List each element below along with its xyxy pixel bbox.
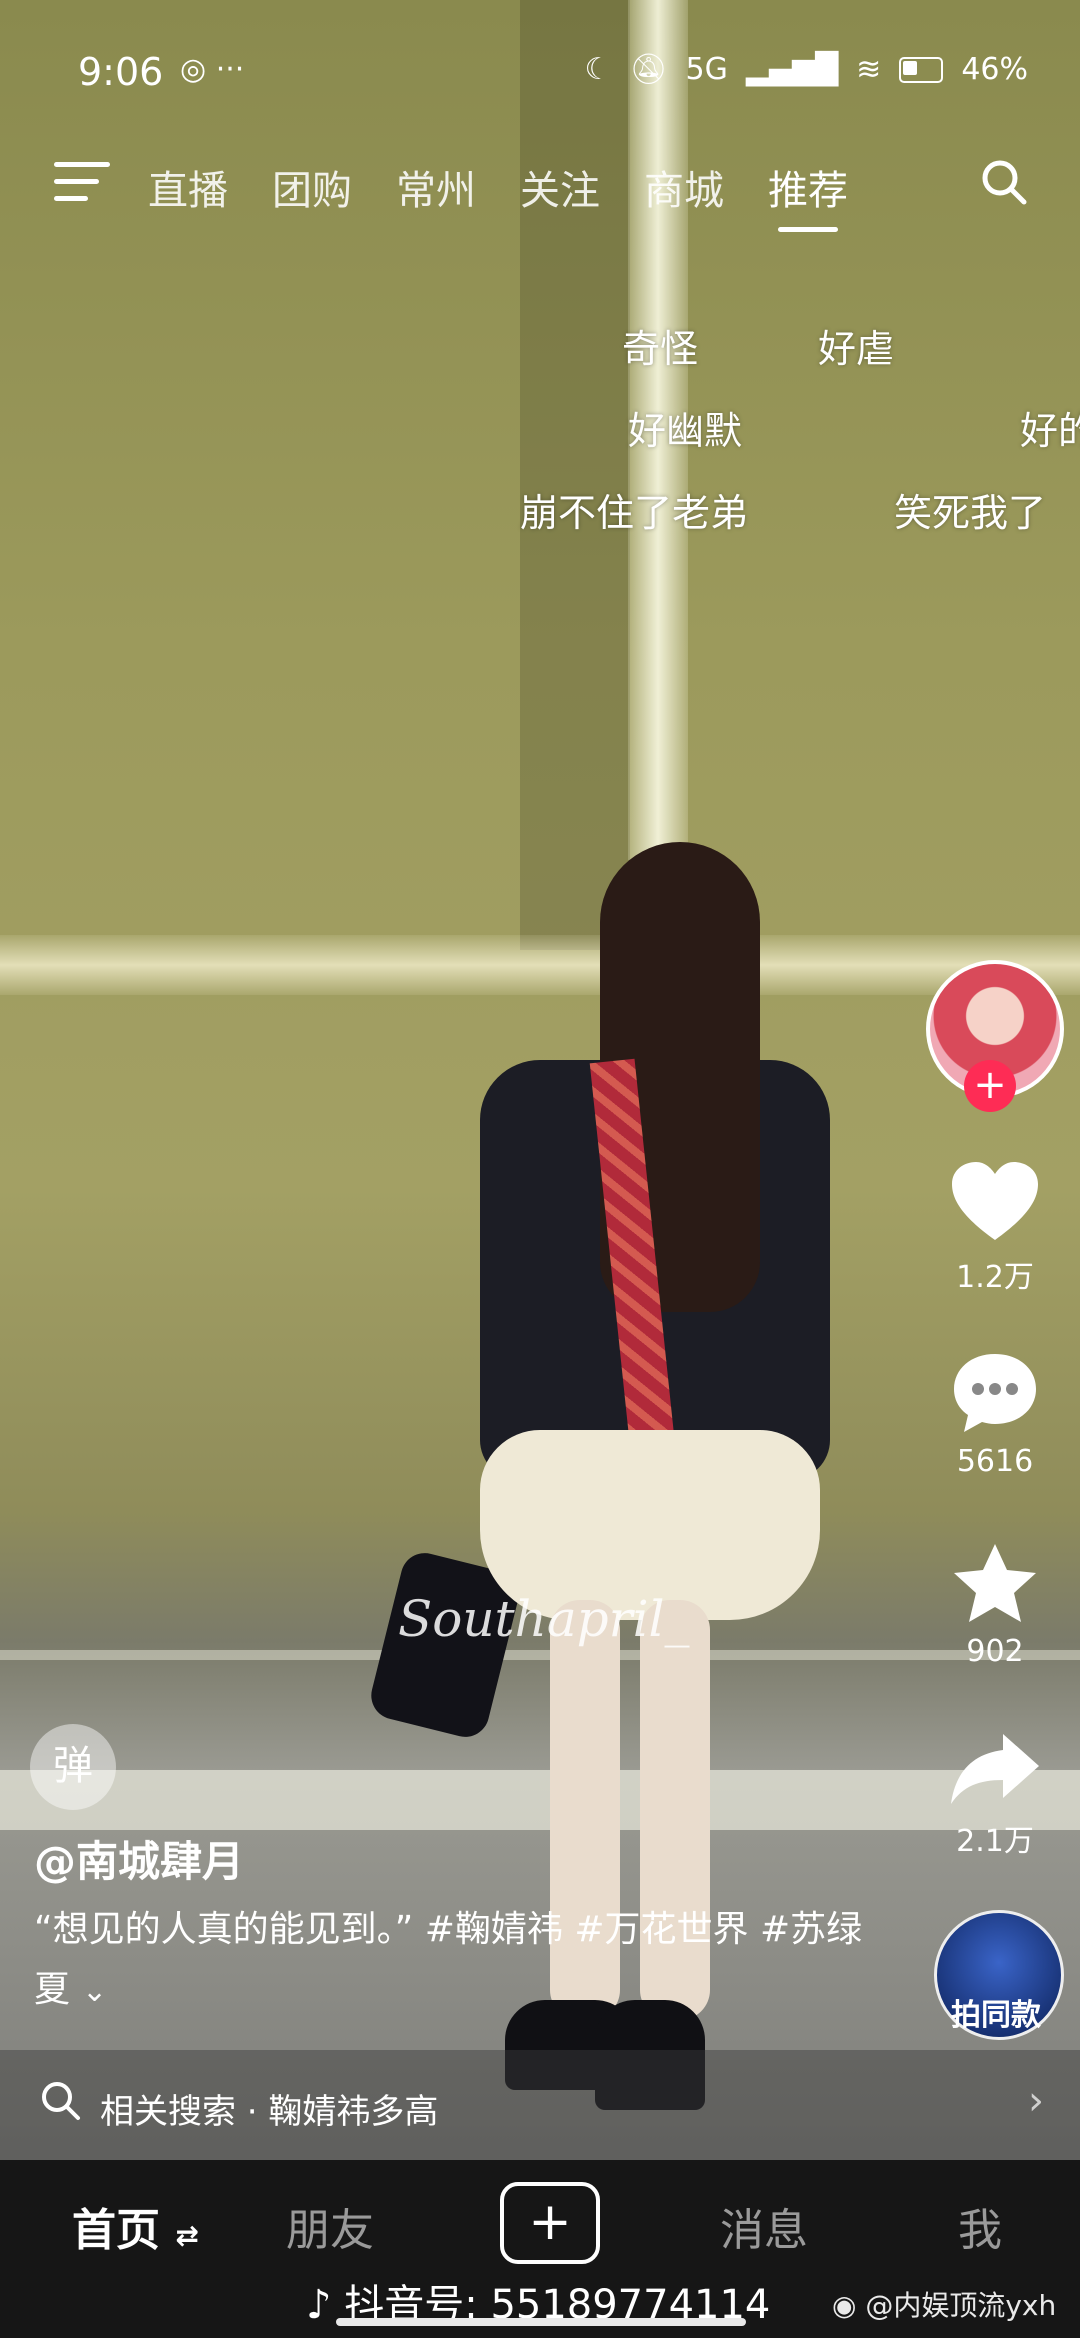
battery-icon [899,56,944,83]
author-name[interactable]: @南城肆月 [34,1828,244,1889]
video-watermark: Southapril_ [398,1590,690,1648]
comment-button[interactable]: 5616 [930,1350,1060,1479]
tab-following[interactable]: 关注 [520,158,600,216]
signal-icon: ▂▄▆█ [745,52,839,87]
tab-live[interactable]: 直播 [148,158,228,216]
follow-button[interactable]: + [964,1060,1016,1112]
share-button[interactable]: 2.1万 [930,1730,1060,1860]
danmaku-comment: 奇怪 [622,327,699,371]
heart-icon [952,1162,1038,1240]
like-count: 1.2万 [956,1260,1034,1295]
caption-text: “想见的人真的能见到。” #鞠婧祎 #万花世界 #苏绿夏 [34,1909,863,2010]
weibo-credit: ◉ @内娱顶流yxh [832,2284,1056,2324]
clock: 9:06 [78,50,164,94]
weibo-credit-text: @内娱顶流yxh [865,2289,1057,2322]
danmaku-comment: 好的 [1020,409,1080,453]
home-indicator[interactable] [336,2318,746,2326]
like-button[interactable]: 1.2万 [930,1160,1060,1296]
share-arrow-icon [951,1734,1039,1804]
wifi-icon: ≋ [856,52,882,87]
signal-label: 5G [685,52,728,87]
tab-recommend[interactable]: 推荐 [768,158,848,232]
chevron-down-icon[interactable]: ⌄ [82,1962,107,2022]
star-icon [954,1544,1036,1622]
bottom-nav: 首页 ⇄ 朋友 + 消息 我 ♪ 抖音号: 55189774114 ◉ @内娱顶… [0,2160,1080,2338]
nav-messages[interactable]: 消息 [720,2194,808,2258]
danmaku-comment: 好虐 [818,327,895,371]
comment-count: 5616 [956,1444,1034,1479]
sidewalk-line [0,1770,1080,1830]
ground-edge [0,1650,1080,1660]
danmaku-comment: 好幽默 [628,409,743,453]
douyin-logo-icon: ♪ [306,2282,332,2328]
menu-icon[interactable] [54,162,110,208]
search-icon[interactable] [980,158,1028,206]
create-button[interactable]: + [500,2182,600,2264]
feed-tabs: 直播 团购 常州 关注 商城 推荐 [148,158,848,232]
tab-city[interactable]: 常州 [396,158,476,216]
nav-home[interactable]: 首页 ⇄ [72,2194,199,2258]
nav-me[interactable]: 我 [958,2194,1002,2258]
moon-icon: ☾ [584,52,612,87]
comment-icon [954,1354,1036,1432]
mute-icon: 🔕︎ [629,52,668,87]
nav-friends[interactable]: 朋友 [286,2194,374,2258]
tab-group-buy[interactable]: 团购 [272,158,352,216]
related-search-label: 相关搜索 · 鞠婧祎多高 [100,2092,439,2132]
danmaku-comment: 崩不住了老弟 [520,491,749,535]
refresh-icon: ⇄ [175,2219,199,2252]
system-indicators: ☾ 🔕︎ 5G ▂▄▆█ ≋ 46% [585,52,1028,87]
favorite-button[interactable]: 902 [930,1540,1060,1669]
window-reflection [520,0,630,950]
danmaku-toggle-button[interactable]: 弹 [30,1724,116,1810]
search-icon [42,2082,80,2120]
post-caption[interactable]: “想见的人真的能见到。” #鞠婧祎 #万花世界 #苏绿夏 ⌄ [34,1900,894,2022]
related-search-bar[interactable]: 相关搜索 · 鞠婧祎多高 › [0,2050,1080,2160]
weibo-logo-icon: ◉ [832,2289,857,2322]
nav-home-label: 首页 [72,2205,160,2256]
notification-icons: ◎ ··· [180,52,245,87]
share-count: 2.1万 [956,1824,1034,1859]
tab-mall[interactable]: 商城 [644,158,724,216]
top-nav: 直播 团购 常州 关注 商城 推荐 [0,150,1080,240]
chevron-right-icon: › [1028,2078,1044,2124]
danmaku-comment: 笑死我了 [894,491,1047,535]
status-bar: 9:06 ◎ ··· ☾ 🔕︎ 5G ▂▄▆█ ≋ 46% [0,0,1080,140]
favorite-count: 902 [966,1634,1024,1669]
battery-percent: 46% [961,52,1028,87]
window-frame-horizontal [0,935,1080,995]
same-style-label[interactable]: 拍同款 [934,1990,1058,2034]
